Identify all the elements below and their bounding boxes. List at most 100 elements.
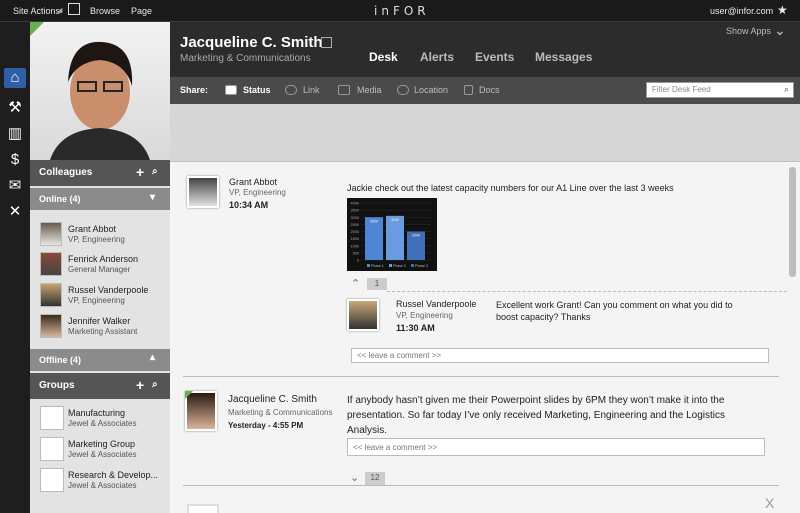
post-divider bbox=[183, 485, 779, 486]
dollar-icon[interactable]: $ bbox=[4, 150, 26, 170]
comment-count-badge[interactable]: 1 bbox=[367, 278, 387, 290]
close-icon[interactable]: X bbox=[765, 495, 774, 511]
page-link[interactable]: Page bbox=[131, 6, 152, 16]
share-status[interactable]: Status bbox=[243, 85, 271, 95]
tab-messages[interactable]: Messages bbox=[535, 50, 592, 64]
share-location[interactable]: Location bbox=[414, 85, 448, 95]
avatar bbox=[347, 299, 379, 331]
tab-desk[interactable]: Desk bbox=[369, 50, 398, 64]
left-rail: ⌂ ⚒ ▥ $ ✉ ✕ bbox=[0, 22, 30, 513]
colleague-name: Grant Abbot bbox=[68, 224, 117, 234]
sidebar: Colleagues + ⌕ Online (4) ▾ Grant Abbot … bbox=[30, 22, 170, 513]
colleagues-label: Colleagues bbox=[39, 167, 93, 178]
group-name: Research & Develop... bbox=[68, 470, 159, 480]
chevron-down-icon[interactable]: ▾ bbox=[150, 192, 155, 203]
offline-label: Offline (4) bbox=[39, 355, 81, 365]
legend-label: Phase 2 bbox=[393, 264, 406, 268]
docs-icon bbox=[464, 85, 473, 95]
legend-swatch bbox=[411, 264, 414, 267]
search-icon[interactable]: ⌕ bbox=[152, 166, 158, 177]
legend-swatch bbox=[367, 264, 370, 267]
chevron-down-icon[interactable]: ⌄ bbox=[774, 22, 786, 39]
share-docs[interactable]: Docs bbox=[479, 85, 500, 95]
user-link[interactable]: user@infor.com bbox=[710, 6, 773, 16]
tab-events[interactable]: Events bbox=[475, 50, 514, 64]
desk-feed: Grant Abbot VP, Engineering 10:34 AM Jac… bbox=[170, 162, 800, 513]
build-icon[interactable]: ⚒ bbox=[4, 98, 26, 118]
colleague-item[interactable]: Grant Abbot VP, Engineering bbox=[40, 222, 168, 250]
reply-author[interactable]: Russel Vanderpoole bbox=[396, 299, 476, 309]
group-org: Jewel & Associates bbox=[68, 419, 137, 428]
colleague-role: VP, Engineering bbox=[68, 296, 125, 305]
tab-alerts[interactable]: Alerts bbox=[420, 50, 454, 64]
avatar bbox=[40, 283, 62, 307]
group-item[interactable]: Manufacturing Jewel & Associates bbox=[40, 406, 168, 434]
infor-logo: inFOR bbox=[374, 4, 430, 18]
y-tick-label: 4000 bbox=[351, 202, 359, 206]
group-org: Jewel & Associates bbox=[68, 481, 137, 490]
group-item[interactable]: Marketing Group Jewel & Associates bbox=[40, 437, 168, 465]
post-time: Yesterday - 4:55 PM bbox=[228, 421, 304, 430]
compose-area[interactable] bbox=[170, 104, 800, 162]
capacity-chart[interactable]: 4000 3500 3000 2500 2000 1500 1000 500 0 3000 310… bbox=[347, 198, 437, 271]
edit-profile-icon[interactable] bbox=[321, 37, 332, 48]
y-tick-label: 2500 bbox=[351, 223, 359, 227]
top-bar: Site Actions ◢ Browse Page inFOR user@in… bbox=[0, 0, 800, 22]
post-author[interactable]: Grant Abbot bbox=[229, 177, 277, 187]
colleagues-header[interactable]: Colleagues + ⌕ bbox=[30, 160, 170, 186]
add-group-icon[interactable]: + bbox=[136, 377, 144, 393]
leave-comment-input[interactable]: << leave a comment >> bbox=[347, 438, 765, 456]
groups-header[interactable]: Groups + ⌕ bbox=[30, 373, 170, 399]
offline-header[interactable]: Offline (4) ▴ bbox=[30, 349, 170, 371]
collapse-icon[interactable]: ⌃ bbox=[351, 277, 360, 290]
search-icon[interactable]: ⌕ bbox=[152, 379, 158, 390]
group-item[interactable]: Research & Develop... Jewel & Associates bbox=[40, 468, 168, 496]
site-actions-link[interactable]: Site Actions bbox=[13, 6, 60, 16]
search-icon[interactable]: ⌕ bbox=[784, 84, 789, 95]
filter-desk-feed-input[interactable]: Filter Desk Feed ⌕ bbox=[646, 82, 794, 98]
browse-link[interactable]: Browse bbox=[90, 6, 120, 16]
factory-icon[interactable]: ▥ bbox=[4, 124, 26, 144]
group-org: Jewel & Associates bbox=[68, 450, 137, 459]
post-divider bbox=[183, 376, 779, 377]
colleague-name: Russel Vanderpoole bbox=[68, 285, 149, 295]
share-link[interactable]: Link bbox=[303, 85, 320, 95]
post-role: Marketing & Communications bbox=[228, 408, 333, 417]
post-author[interactable]: Jacqueline C. Smith bbox=[228, 394, 317, 405]
chevron-up-icon[interactable]: ▴ bbox=[150, 352, 155, 363]
reply-role: VP, Engineering bbox=[396, 311, 453, 320]
post-time: 10:34 AM bbox=[229, 200, 269, 210]
avatar bbox=[187, 176, 219, 208]
colleague-item[interactable]: Jennifer Walker Marketing Assistant bbox=[40, 314, 168, 342]
reply-text: Excellent work Grant! Can you comment on… bbox=[496, 300, 733, 322]
avatar bbox=[40, 314, 62, 338]
add-colleague-icon[interactable]: + bbox=[136, 164, 144, 180]
show-apps-button[interactable]: Show Apps bbox=[726, 26, 771, 36]
share-media[interactable]: Media bbox=[357, 85, 382, 95]
profile-header: Jacqueline C. Smith Marketing & Communic… bbox=[170, 22, 800, 77]
expand-icon[interactable]: ⌄ bbox=[350, 471, 359, 484]
crossed-icon[interactable]: ✕ bbox=[4, 202, 26, 222]
mail-icon[interactable]: ✉ bbox=[4, 176, 26, 196]
group-thumbnail bbox=[40, 437, 64, 461]
avatar bbox=[40, 222, 62, 246]
leave-comment-input[interactable]: << leave a comment >> bbox=[351, 348, 769, 363]
avatar bbox=[40, 252, 62, 276]
share-label: Share: bbox=[180, 85, 209, 95]
group-thumbnail bbox=[40, 406, 64, 430]
colleague-item[interactable]: Russel Vanderpoole VP, Engineering bbox=[40, 283, 168, 311]
home-icon[interactable]: ⌂ bbox=[4, 68, 26, 88]
y-tick-label: 3500 bbox=[351, 209, 359, 213]
edit-icon[interactable] bbox=[68, 3, 80, 15]
comment-count-badge[interactable]: 12 bbox=[365, 472, 385, 485]
groups-label: Groups bbox=[39, 380, 75, 391]
profile-name: Jacqueline C. Smith bbox=[180, 34, 323, 51]
group-name: Marketing Group bbox=[68, 439, 136, 449]
location-icon bbox=[397, 85, 409, 95]
colleague-item[interactable]: Fenrick Anderson General Manager bbox=[40, 252, 168, 280]
star-icon[interactable]: ★ bbox=[777, 3, 788, 17]
colleague-role: Marketing Assistant bbox=[68, 327, 138, 336]
online-header[interactable]: Online (4) ▾ bbox=[30, 188, 170, 210]
scrollbar[interactable] bbox=[789, 167, 796, 277]
profile-dept: Marketing & Communications bbox=[180, 53, 311, 64]
